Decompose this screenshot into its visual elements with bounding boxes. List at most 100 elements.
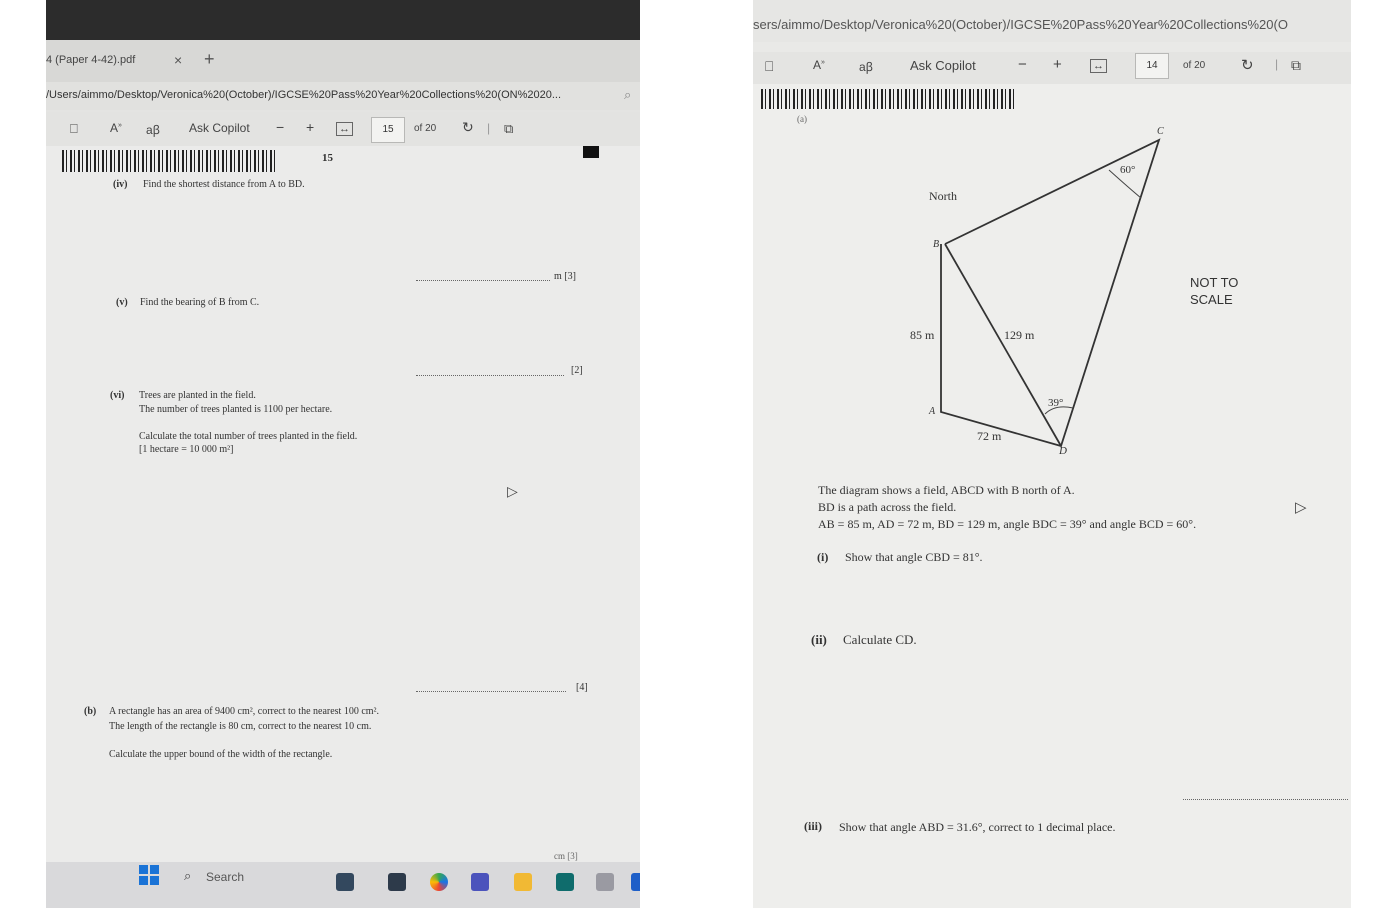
question-vi-marks: [4] xyxy=(576,682,588,693)
contents-icon[interactable]: ⎕ xyxy=(765,58,773,75)
rotate-icon[interactable]: ↻ xyxy=(1241,56,1254,74)
chrome-icon[interactable] xyxy=(430,873,448,891)
answer-line-iv[interactable] xyxy=(416,280,550,281)
tab-pdf[interactable]: 4 (Paper 4-42).pdf xyxy=(46,54,135,66)
page-number-input[interactable]: 14 xyxy=(1135,53,1169,79)
question-b-line3: Calculate the upper bound of the width o… xyxy=(109,749,333,760)
not-to-scale-line2: SCALE xyxy=(1190,292,1233,307)
pdf-page: (a) North B C A D 85 m 129 m 72 m 60° 39… xyxy=(753,84,1351,908)
question-iii-text: Show that angle ABD = 31.6°, correct to … xyxy=(839,820,1116,834)
new-tab-icon[interactable]: + xyxy=(204,49,215,70)
question-ii-label: (ii) xyxy=(811,632,827,647)
toolbar-divider: | xyxy=(1275,57,1279,71)
two-page-icon[interactable]: ⧉ xyxy=(1291,57,1301,74)
vertex-b-label: B xyxy=(933,239,940,250)
path-bd xyxy=(944,243,1062,447)
left-screen-photo: 4 (Paper 4-42).pdf × + /Users/aimmo/Desk… xyxy=(46,0,640,908)
length-ab-label: 85 m xyxy=(910,328,935,342)
store-icon[interactable] xyxy=(556,873,574,891)
question-b-line2: The length of the rectangle is 80 cm, co… xyxy=(109,721,372,732)
part-label: (a) xyxy=(797,114,807,124)
angle-bdc-label: 39° xyxy=(1048,397,1064,409)
page-count: of 20 xyxy=(1183,60,1206,71)
question-b-marks: cm [3] xyxy=(554,851,578,861)
search-icon[interactable]: ⌕ xyxy=(184,868,191,884)
question-iv-label: (iv) xyxy=(113,179,128,190)
search-icon[interactable]: ⌕ xyxy=(624,87,631,103)
close-tab-icon[interactable]: × xyxy=(174,52,182,68)
rotate-icon[interactable]: ↻ xyxy=(462,119,474,136)
page-number: 15 xyxy=(322,152,333,164)
teams-icon[interactable] xyxy=(471,873,489,891)
fit-page-icon[interactable]: ↔ xyxy=(1090,59,1107,73)
angle-bcd-label: 60° xyxy=(1120,164,1136,176)
field-diagram xyxy=(940,138,1161,448)
page-number-value: 14 xyxy=(1146,60,1158,71)
url-text: /Users/aimmo/Desktop/Veronica%20(October… xyxy=(46,89,562,101)
page-number-input[interactable]: 15 xyxy=(371,117,405,143)
question-i-text: Show that angle CBD = 81°. xyxy=(845,550,983,564)
vertex-c-label: C xyxy=(1157,126,1164,137)
registration-mark xyxy=(583,146,599,158)
answer-line-ii[interactable] xyxy=(1183,799,1348,800)
browser-tab-bar: 4 (Paper 4-42).pdf × + xyxy=(46,40,640,82)
not-to-scale-line1: NOT TO xyxy=(1190,275,1239,290)
text-options-icon[interactable]: aꞵ xyxy=(146,121,160,138)
question-iii-label: (iii) xyxy=(804,819,822,833)
answer-line-v[interactable] xyxy=(416,375,564,376)
task-view-icon[interactable] xyxy=(388,873,406,891)
address-bar[interactable]: /Users/aimmo/Desktop/Veronica%20(October… xyxy=(46,82,640,110)
toolbar-divider: | xyxy=(487,121,491,135)
question-vi-label: (vi) xyxy=(110,390,125,401)
question-vi-line4: [1 hectare = 10 000 m²] xyxy=(139,444,234,455)
question-b-label: (b) xyxy=(84,706,97,717)
barcode-image xyxy=(62,150,276,172)
contents-icon[interactable]: ⎕ xyxy=(70,121,78,137)
address-bar[interactable]: sers/aimmo/Desktop/Veronica%20(October)/… xyxy=(753,0,1351,42)
question-iv-marks: m [3] xyxy=(554,271,576,282)
tab-title: 4 (Paper 4-42).pdf xyxy=(46,54,136,66)
mouse-pointer-icon: ▷ xyxy=(507,483,518,499)
read-aloud-icon[interactable]: A» xyxy=(110,121,122,135)
question-ii-text: Calculate CD. xyxy=(843,632,917,647)
description-line3: AB = 85 m, AD = 72 m, BD = 129 m, angle … xyxy=(818,517,1197,531)
widgets-icon[interactable] xyxy=(336,873,354,891)
question-v-marks: [2] xyxy=(571,365,583,376)
page-number-value: 15 xyxy=(382,124,394,135)
question-b-line1: A rectangle has an area of 9400 cm², cor… xyxy=(109,706,380,717)
question-iv-text: Find the shortest distance from A to BD. xyxy=(143,179,305,190)
description-line1: The diagram shows a field, ABCD with B n… xyxy=(818,483,1075,497)
question-v-label: (v) xyxy=(116,297,128,308)
zoom-out-button[interactable]: − xyxy=(276,119,284,135)
edge-icon[interactable] xyxy=(631,873,640,891)
windows-start-icon[interactable] xyxy=(139,865,159,885)
ask-copilot-button[interactable]: Ask Copilot xyxy=(910,58,976,73)
read-aloud-icon[interactable]: A» xyxy=(813,58,825,72)
fit-page-icon[interactable]: ↔ xyxy=(336,122,353,136)
mouse-pointer-icon: ▷ xyxy=(1295,499,1307,516)
zoom-out-button[interactable]: − xyxy=(1018,56,1027,73)
length-ad-label: 72 m xyxy=(977,429,1002,443)
text-options-icon[interactable]: aꞵ xyxy=(859,58,873,75)
url-text: sers/aimmo/Desktop/Veronica%20(October)/… xyxy=(753,17,1288,32)
pdf-page: 15 (iv) Find the shortest distance from … xyxy=(46,146,640,862)
file-explorer-icon[interactable] xyxy=(514,873,532,891)
vertex-d-label: D xyxy=(1059,445,1067,457)
question-i-label: (i) xyxy=(817,550,829,564)
taskbar-search[interactable]: Search xyxy=(206,870,244,884)
ask-copilot-button[interactable]: Ask Copilot xyxy=(189,121,250,135)
app-icon[interactable] xyxy=(596,873,614,891)
question-vi-line2: The number of trees planted is 1100 per … xyxy=(139,404,333,415)
answer-line-vi[interactable] xyxy=(416,691,566,692)
zoom-in-button[interactable]: + xyxy=(306,119,314,135)
question-vi-line1: Trees are planted in the field. xyxy=(139,390,256,401)
right-screen-photo: sers/aimmo/Desktop/Veronica%20(October)/… xyxy=(753,0,1351,908)
description-line2: BD is a path across the field. xyxy=(818,500,957,514)
vertex-a-label: A xyxy=(929,406,936,417)
barcode-image xyxy=(761,89,1016,109)
two-page-icon[interactable]: ⧉ xyxy=(504,121,513,137)
zoom-in-button[interactable]: + xyxy=(1053,56,1062,73)
pdf-toolbar: ⎕ A» aꞵ Ask Copilot − + ↔ 15 of 20 ↻ | ⧉ xyxy=(46,112,640,146)
windows-taskbar: ⌕ Search xyxy=(46,862,640,908)
question-v-text: Find the bearing of B from C. xyxy=(140,297,260,308)
